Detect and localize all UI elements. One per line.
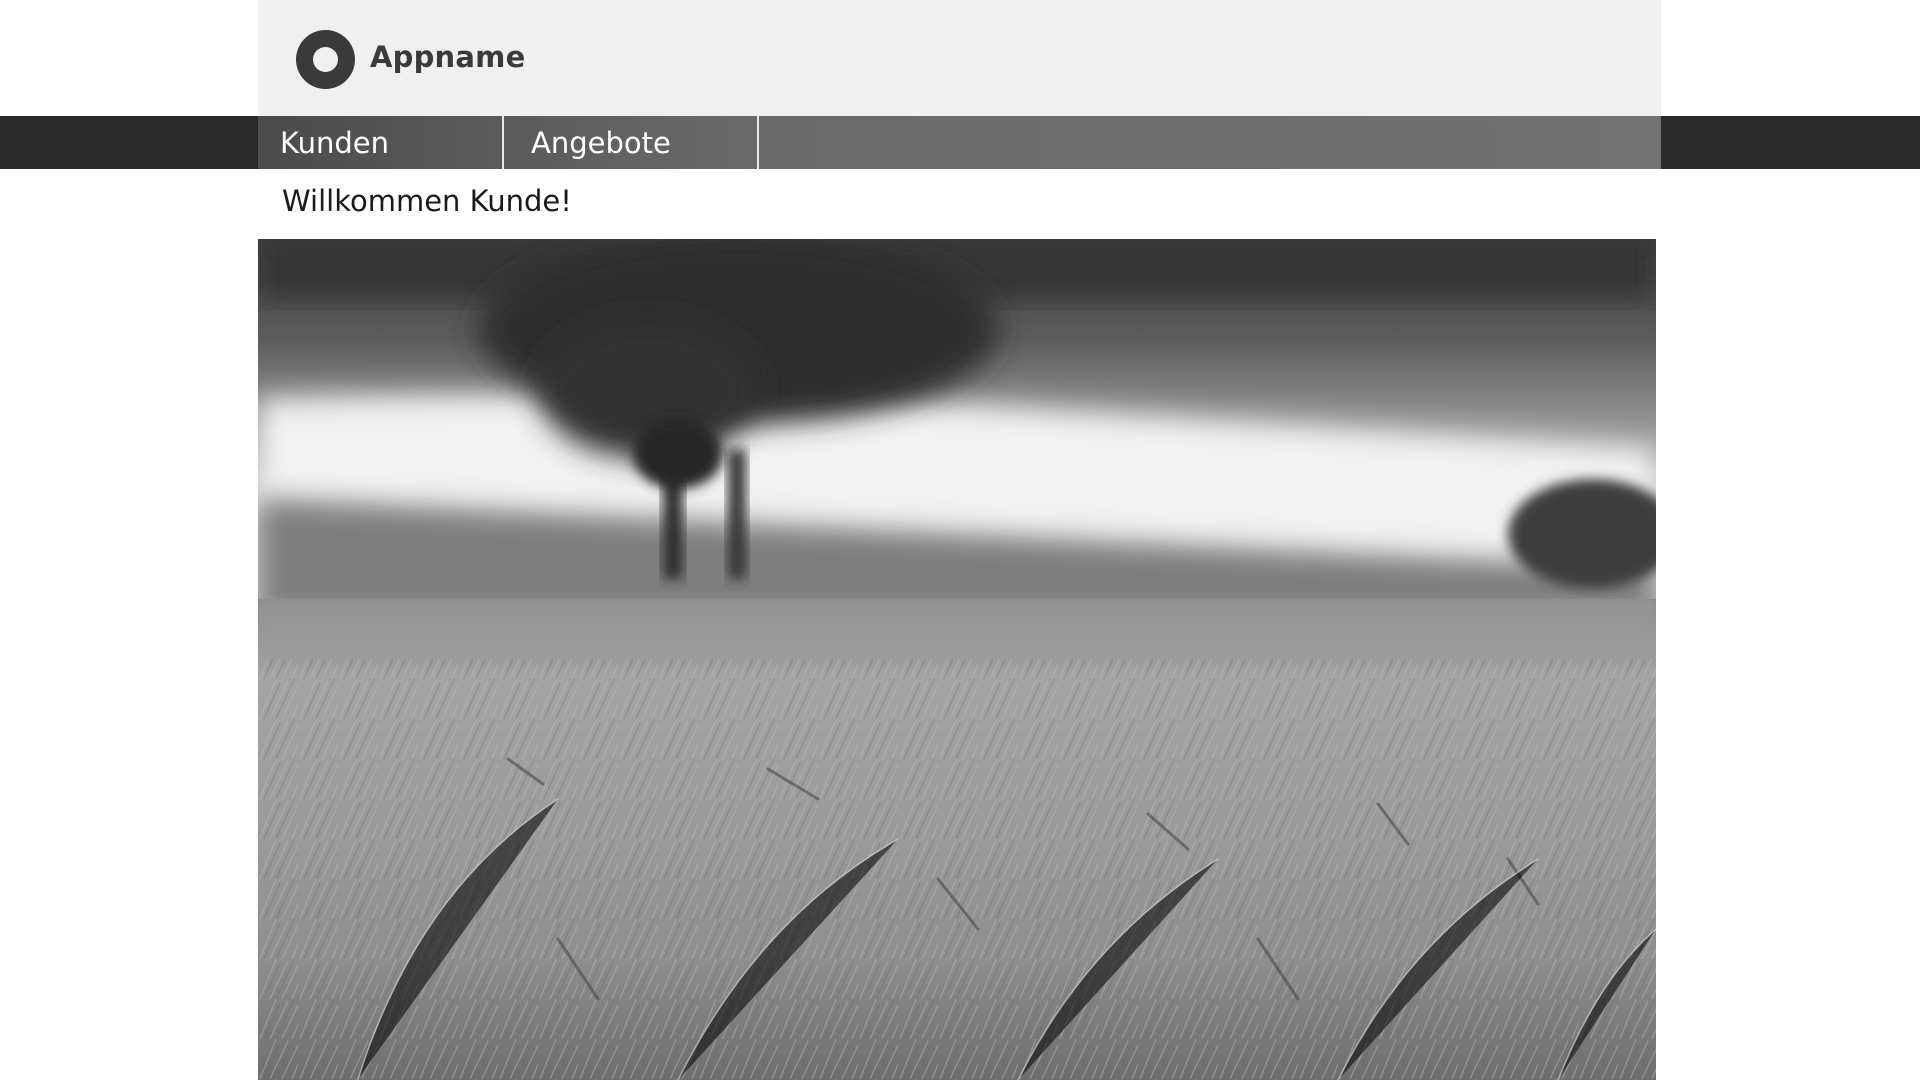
nav-tab-kunden[interactable]: Kunden [258, 116, 504, 169]
nav-band: Kunden Angebote [0, 116, 1920, 169]
app-name[interactable]: Appname [370, 40, 525, 74]
app-header: Appname [258, 0, 1661, 116]
wheat-field-photo [258, 239, 1656, 1080]
welcome-heading: Willkommen Kunde! [282, 184, 572, 218]
main-navigation: Kunden Angebote [258, 116, 1661, 169]
hero-image [258, 239, 1656, 1080]
header-band: Appname [0, 0, 1920, 116]
nav-tab-angebote[interactable]: Angebote [504, 116, 759, 169]
app-logo-icon[interactable] [296, 30, 355, 89]
